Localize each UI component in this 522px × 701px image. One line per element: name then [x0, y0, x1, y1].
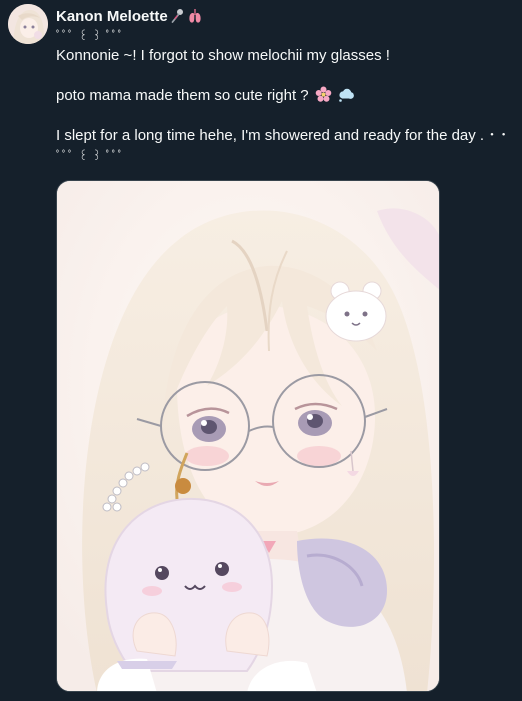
tweet-line-question-text: poto mama made them so cute right ? [56, 87, 309, 104]
tweet[interactable]: Kanon Meloette ﾟﾟﾟ ꒰ ꒱ ﾟﾟﾟ Konnonie ~! I… [0, 0, 522, 701]
illustration [57, 181, 439, 691]
tweet-line-question: poto mama made them so cute right ? [56, 86, 496, 106]
lungs-icon [188, 8, 202, 24]
microphone-icon [171, 8, 185, 24]
decorative-divider-top: ﾟﾟﾟ ꒰ ꒱ ﾟﾟﾟ [56, 29, 125, 43]
tweet-line-ready: I slept for a long time hehe, I'm shower… [56, 127, 508, 144]
tweet-line-greeting: Konnonie ~! I forgot to show melochii my… [56, 47, 390, 64]
speech-bubble-icon [338, 86, 355, 103]
decorative-divider-bottom: ﾟﾟﾟ ꒰ ꒱ ﾟﾟﾟ [56, 149, 125, 163]
cherry-blossom-icon [315, 86, 332, 103]
tweet-media-image[interactable] [56, 180, 440, 692]
tweet-header: Kanon Meloette [56, 6, 496, 26]
avatar-image [8, 4, 48, 44]
tweet-content: Kanon Meloette ﾟﾟﾟ ꒰ ꒱ ﾟﾟﾟ Konnonie ~! I… [56, 6, 508, 166]
display-name[interactable]: Kanon Meloette [56, 8, 168, 25]
bear-hairclip [325, 281, 387, 342]
avatar[interactable] [8, 4, 48, 44]
tweet-text: ﾟﾟﾟ ꒰ ꒱ ﾟﾟﾟ Konnonie ~! I forgot to show… [56, 26, 508, 166]
